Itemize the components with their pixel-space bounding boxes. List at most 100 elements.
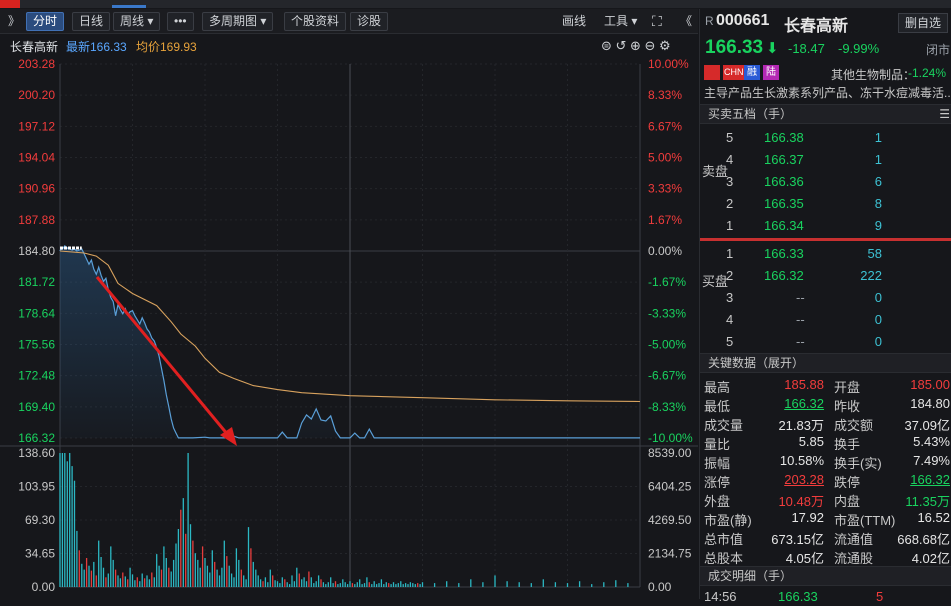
ask-row[interactable]: 3 166.36 6	[700, 171, 951, 193]
keydata-value: 17.92	[791, 510, 824, 525]
keydata-value: 5.85	[798, 434, 824, 449]
volume-tick-label-right: 4269.50	[648, 513, 692, 527]
quote-panel: R 000661 长春高新 删自选 166.33 ⬇ -18.47 -9.99%…	[699, 9, 951, 604]
price-tick-label: 166.32	[18, 431, 55, 445]
ask-row[interactable]: 1 166.34 9	[700, 215, 951, 237]
stock-profile-button[interactable]: 个股资料	[284, 12, 347, 31]
expand-sidebar-icon[interactable]: 》	[8, 12, 20, 31]
price-tick-label: 190.96	[18, 182, 55, 196]
more-periods-button[interactable]: •••	[167, 12, 194, 31]
sector-pct: -1.24%	[908, 66, 947, 80]
tab-weekly[interactable]: 周线 ▾	[113, 12, 161, 31]
menu-icon[interactable]: ☰	[939, 105, 950, 123]
intraday-chart-svg: 203.28 10.00% 200.20 8.33% 197.12 6.67% 194.04…	[0, 57, 698, 594]
bid-level: 4	[726, 312, 734, 327]
keydata-row: 振幅 10.58% 换手(实) 7.49%	[700, 451, 951, 471]
keydata-value: 203.28	[784, 472, 824, 487]
keydata-value: 5.43%	[913, 434, 950, 449]
keydata-value: 4.05亿	[785, 551, 824, 566]
price-tick-label: 197.12	[18, 119, 55, 133]
bid-level: 5	[726, 334, 734, 349]
keydata-label: 总股本	[704, 551, 744, 566]
top-nav-strip	[0, 0, 951, 8]
price-tick-label: 175.56	[18, 338, 55, 352]
sector-name[interactable]: 其他生物制品：	[831, 66, 915, 83]
stock-name-label: 长春高新	[10, 40, 59, 54]
volume-tick-label: 103.95	[18, 480, 55, 494]
tab-daily[interactable]: 日线	[72, 12, 111, 31]
volume-tick-label: 34.65	[25, 547, 55, 561]
trade-row: 14:56 166.33 5	[700, 587, 951, 606]
pct-tick-label: 6.67%	[648, 119, 682, 133]
bid-row[interactable]: 4 -- 0	[700, 309, 951, 331]
margin-tag: 融	[744, 65, 760, 80]
keydata-header[interactable]: 关键数据（展开）	[700, 353, 951, 373]
multi-period-dropdown[interactable]: 多周期图 ▾	[202, 12, 274, 31]
pct-tick-label: -5.00%	[648, 338, 686, 352]
ask-price: 166.35	[764, 196, 804, 211]
pct-tick-label: 1.67%	[648, 213, 682, 227]
keydata-value: 166.32	[910, 472, 950, 487]
intraday-chart[interactable]: 203.28 10.00% 200.20 8.33% 197.12 6.67% 194.04…	[0, 55, 698, 599]
bid-row[interactable]: 3 -- 0	[700, 287, 951, 309]
bid-row[interactable]: 2 166.32 222	[700, 265, 951, 287]
pct-tick-label: -10.00%	[648, 431, 693, 445]
volume-tick-label: 69.30	[25, 513, 55, 527]
ask-row[interactable]: 2 166.35 8	[700, 193, 951, 215]
latest-price-label: 最新166.33	[66, 40, 127, 54]
volume-tick-label-right: 0.00	[648, 580, 672, 594]
keydata-value: 4.02亿	[911, 551, 950, 566]
tab-intraday[interactable]: 分时	[26, 12, 65, 31]
price-tick-label: 203.28	[18, 57, 55, 71]
keydata-row: 总股本 4.05亿 流通股 4.02亿	[700, 546, 951, 566]
stock-name: 长春高新	[784, 18, 849, 35]
bid-price: --	[796, 312, 805, 327]
ask-row[interactable]: 5 166.38 1	[700, 127, 951, 149]
pct-tick-label: 10.00%	[648, 57, 689, 71]
volume-tick-label-right: 2134.75	[648, 547, 692, 561]
bid-row[interactable]: 1 166.33 58	[700, 243, 951, 265]
ask-price: 166.34	[764, 218, 804, 233]
keydata-row: 量比 5.85 换手 5.43%	[700, 432, 951, 452]
pct-tick-label: -8.33%	[648, 400, 686, 414]
price-change-pct: -9.99%	[838, 41, 880, 56]
company-description[interactable]: 主导产品生长激素系列产品、冻干水痘减毒活...	[704, 84, 950, 101]
ask-level: 3	[726, 174, 734, 189]
bid-qty: 0	[874, 334, 882, 349]
chart-settings-icons[interactable]: ⊜ ↺ ⊕ ⊖ ⚙	[601, 38, 671, 54]
draw-line-button[interactable]: 画线	[562, 12, 586, 31]
remove-watchlist-button[interactable]: 删自选	[898, 13, 949, 33]
price-tick-label: 200.20	[18, 88, 55, 102]
ask-qty: 1	[874, 152, 882, 167]
price-tick-label: 172.48	[18, 369, 55, 383]
bid-level: 2	[726, 268, 734, 283]
app-logo	[0, 0, 20, 8]
price-tick-label: 184.80	[18, 244, 55, 258]
active-nav-indicator	[112, 5, 146, 8]
ask-price: 166.37	[764, 152, 804, 167]
pct-tick-label: -3.33%	[648, 306, 686, 320]
trades-header[interactable]: 成交明细（手）	[700, 566, 951, 586]
price-tick-label: 187.88	[18, 213, 55, 227]
collapse-panel-icon[interactable]: 《	[680, 12, 692, 31]
trade-price: 166.33	[778, 589, 818, 604]
connect-tag: 陆	[763, 65, 779, 80]
ask-qty: 1	[874, 130, 882, 145]
ask-price: 166.36	[764, 174, 804, 189]
bid-qty: 222	[860, 268, 882, 283]
tools-dropdown[interactable]: 工具 ▾	[604, 12, 637, 31]
china-flag-icon	[704, 65, 720, 80]
avg-price-label: 均价169.93	[136, 40, 197, 54]
orderbook-header: 买卖五档（手） ☰	[700, 104, 951, 124]
bid-qty: 58	[867, 246, 882, 261]
pct-tick-label: 3.33%	[648, 182, 682, 196]
ask-row[interactable]: 4 166.37 1	[700, 149, 951, 171]
orderbook-title: 买卖五档（手）	[708, 107, 793, 121]
price-tick-label: 178.64	[18, 306, 55, 320]
ask-qty: 9	[874, 218, 882, 233]
pct-tick-label: 0.00%	[648, 244, 682, 258]
bid-row[interactable]: 5 -- 0	[700, 331, 951, 353]
diagnose-button[interactable]: 诊股	[350, 12, 389, 31]
orderbook-divider	[700, 238, 951, 241]
fullscreen-icon[interactable]: ⛶	[652, 12, 662, 31]
